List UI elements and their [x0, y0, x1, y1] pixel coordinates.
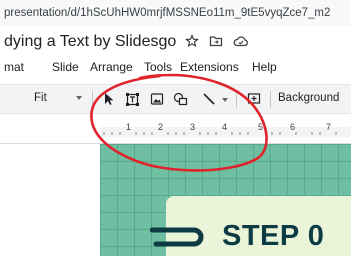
ruler-label: 4 [222, 122, 228, 132]
ruler-label: 6 [290, 122, 296, 132]
menu-tools[interactable]: Tools [144, 60, 172, 74]
menu-help[interactable]: Help [252, 60, 277, 74]
slide-arrow-shape[interactable] [150, 226, 204, 256]
title-icons [184, 33, 248, 48]
ruler-label: 5 [258, 122, 264, 132]
move-to-folder-icon[interactable] [209, 34, 223, 48]
ruler-label: 1 [126, 122, 132, 132]
toolbar-divider [270, 91, 271, 108]
ruler-ticks [103, 132, 337, 135]
document-title[interactable]: dying a Text by Slidesgo [4, 33, 176, 51]
ruler-label: 7 [326, 122, 332, 132]
horizontal-ruler: 1 2 3 4 5 6 7 [0, 114, 351, 144]
add-comment-icon[interactable] [245, 90, 263, 108]
chevron-down-icon[interactable] [76, 96, 82, 100]
text-box-icon[interactable] [123, 90, 141, 108]
menu-bar: mat Slide Arrange Tools Extensions Help [0, 58, 351, 76]
slide-heading[interactable]: STEP 0 [222, 220, 324, 253]
menu-format[interactable]: mat [4, 60, 24, 74]
image-icon[interactable] [148, 90, 166, 108]
menu-arrange[interactable]: Arrange [90, 60, 133, 74]
line-icon[interactable] [200, 90, 218, 108]
background-button[interactable]: Background [278, 92, 339, 104]
url-bar[interactable]: presentation/d/1hScUhHW0mrjfMSSNEo11m_9t… [0, 0, 351, 26]
ruler-label: 2 [158, 122, 164, 132]
menu-slide[interactable]: Slide [52, 60, 79, 74]
menu-extensions[interactable]: Extensions [180, 60, 239, 74]
select-arrow-icon[interactable] [100, 90, 118, 108]
toolbar-divider [236, 91, 237, 108]
cloud-status-icon[interactable] [233, 34, 248, 48]
ruler-label: 3 [190, 122, 196, 132]
toolbar-divider [92, 91, 93, 108]
shape-icon[interactable] [172, 90, 190, 108]
chevron-down-icon[interactable] [222, 98, 228, 102]
toolbar: Fit Background [0, 84, 351, 114]
title-bar: dying a Text by Slidesgo [0, 33, 351, 55]
zoom-select[interactable]: Fit [34, 92, 47, 104]
url-text: presentation/d/1hScUhHW0mrjfMSSNEo11m_9t… [4, 7, 331, 19]
star-icon[interactable] [184, 33, 200, 48]
